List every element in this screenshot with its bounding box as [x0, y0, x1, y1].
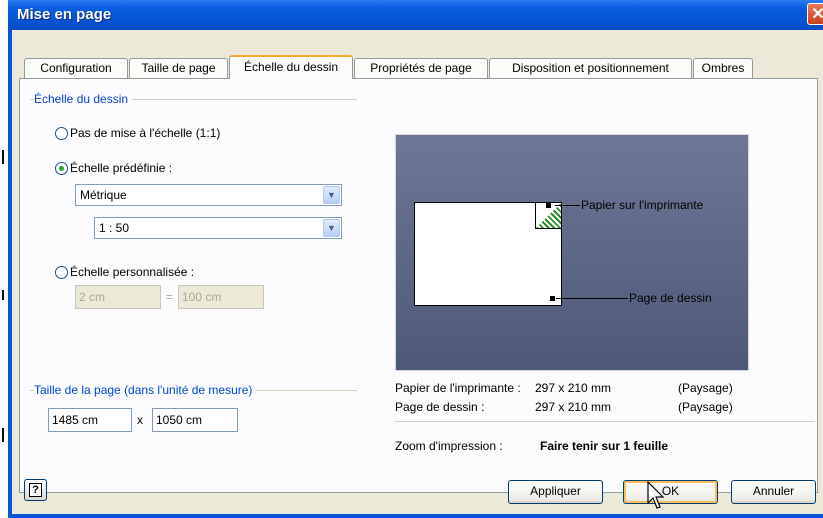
- cancel-button-label: Annuler: [752, 484, 795, 498]
- unit-system-value: Métrique: [80, 188, 127, 202]
- custom-scale-drawing-value: 100 cm: [182, 290, 222, 304]
- page-setup-dialog: Mise en page ✕ Configuration Taille de p…: [8, 0, 823, 518]
- page-height-field[interactable]: 1050 cm: [152, 408, 238, 432]
- page-preview: Papier sur l'imprimante Page de dessin: [395, 134, 749, 371]
- chevron-down-icon[interactable]: ▼: [323, 219, 340, 237]
- tab-layout-routing[interactable]: Disposition et positionnement: [489, 58, 692, 78]
- printer-paper-callout: Papier sur l'imprimante: [581, 198, 704, 212]
- page-height-value: 1050 cm: [156, 413, 203, 427]
- apply-button-label: Appliquer: [530, 484, 581, 498]
- edge-mark: [2, 150, 4, 164]
- tab-page-size[interactable]: Taille de page: [129, 58, 228, 78]
- preset-scale-label[interactable]: Échelle prédéfinie :: [70, 161, 172, 175]
- scale-group-label: Échelle du dessin: [34, 92, 133, 106]
- tab-label: Taille de page: [141, 61, 216, 75]
- edge-mark: [2, 290, 4, 300]
- custom-scale-drawing-field[interactable]: 100 cm: [178, 285, 264, 309]
- chevron-down-icon[interactable]: ▼: [323, 186, 340, 204]
- background-app-edge: [0, 0, 8, 518]
- mouse-cursor-icon: [647, 481, 665, 509]
- page-width-value: 1485 cm: [52, 413, 99, 427]
- tab-page-properties[interactable]: Propriétés de page: [354, 58, 488, 78]
- no-scale-radio[interactable]: [55, 127, 68, 140]
- tab-label: Échelle du dessin: [243, 60, 339, 74]
- drawing-page-marker: [550, 296, 555, 301]
- zoom-value: Faire tenir sur 1 feuille: [540, 439, 669, 453]
- scale-ratio-select[interactable]: 1 : 50 ▼: [94, 217, 342, 239]
- callout-line: [556, 298, 628, 299]
- equals-sign: =: [166, 290, 174, 304]
- tab-label: Ombres: [701, 61, 745, 75]
- close-icon: ✕: [811, 6, 823, 23]
- cancel-button[interactable]: Annuler: [731, 480, 816, 504]
- printer-paper-label: Papier de l'imprimante :: [395, 381, 521, 395]
- tab-shadows[interactable]: Ombres: [693, 58, 753, 78]
- tab-label: Disposition et positionnement: [512, 61, 669, 75]
- drawing-page-sheet: [414, 202, 562, 306]
- custom-scale-page-value: 2 cm: [79, 290, 106, 304]
- unit-system-select[interactable]: Métrique ▼: [75, 184, 342, 206]
- custom-scale-page-field[interactable]: 2 cm: [75, 285, 161, 309]
- no-scale-label[interactable]: Pas de mise à l'échelle (1:1): [70, 126, 220, 140]
- callout-line: [555, 205, 580, 206]
- printer-paper-size: 297 x 210 mm: [535, 381, 612, 395]
- custom-scale-label[interactable]: Échelle personnalisée :: [70, 265, 194, 279]
- page-width-field[interactable]: 1485 cm: [48, 408, 132, 432]
- drawing-page-callout: Page de dessin: [629, 291, 712, 305]
- info-separator: [395, 421, 815, 422]
- close-button[interactable]: ✕: [807, 3, 823, 25]
- dialog-title: Mise en page: [17, 6, 112, 23]
- edge-mark: [2, 428, 4, 442]
- page-size-group-label: Taille de la page (dans l'unité de mesur…: [34, 383, 257, 397]
- tab-label: Configuration: [40, 61, 112, 75]
- tab-label: Propriétés de page: [370, 61, 472, 75]
- tab-configuration[interactable]: Configuration: [24, 58, 128, 78]
- custom-scale-radio[interactable]: [55, 266, 68, 279]
- drawing-page-label: Page de dessin :: [395, 400, 485, 414]
- tab-drawing-scale[interactable]: Échelle du dessin: [229, 55, 353, 79]
- zoom-label: Zoom d'impression :: [395, 439, 503, 453]
- drawing-page-orientation: (Paysage): [678, 400, 733, 414]
- apply-button[interactable]: Appliquer: [508, 480, 603, 504]
- scale-ratio-value: 1 : 50: [99, 221, 130, 235]
- tab-panel: Échelle du dessin Pas de mise à l'échell…: [19, 78, 818, 493]
- drawing-page-size: 297 x 210 mm: [535, 400, 612, 414]
- printer-paper-orientation: (Paysage): [678, 381, 733, 395]
- times-sign: x: [137, 413, 143, 427]
- dialog-client: Configuration Taille de page Échelle du …: [12, 30, 823, 514]
- preset-scale-radio[interactable]: [55, 162, 68, 175]
- title-bar[interactable]: Mise en page ✕: [8, 0, 823, 30]
- help-button[interactable]: ?: [24, 479, 47, 501]
- ok-button[interactable]: OK: [623, 480, 718, 504]
- printer-paper-marker: [546, 203, 551, 208]
- help-icon: ?: [29, 483, 42, 497]
